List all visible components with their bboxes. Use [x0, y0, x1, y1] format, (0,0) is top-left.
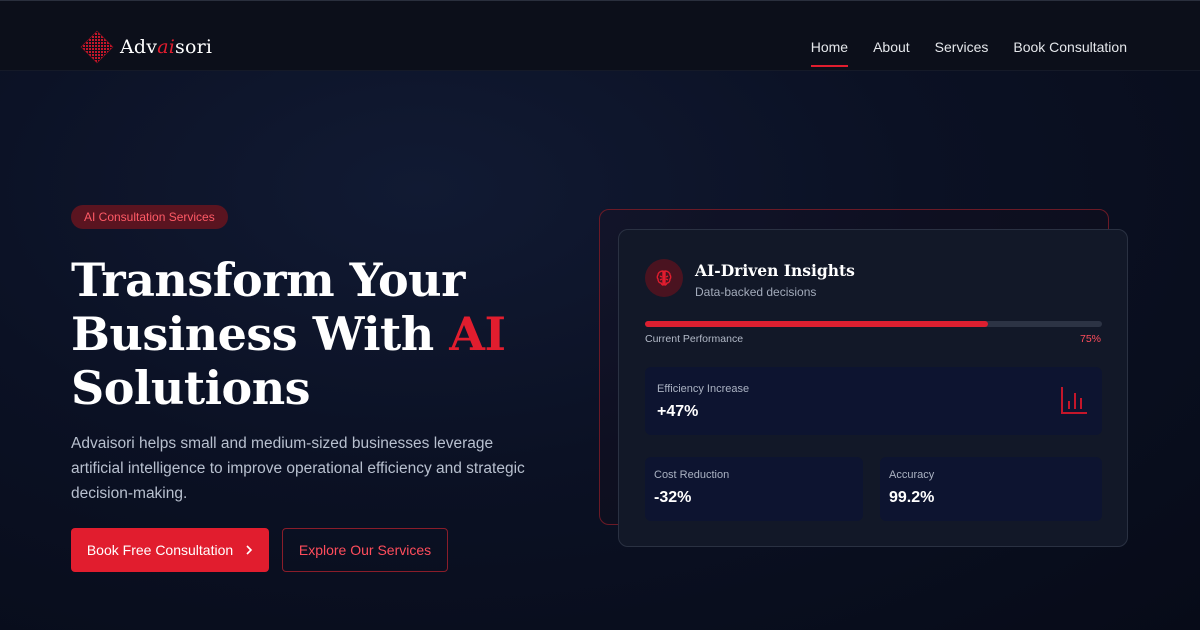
logo-text: Advaisori: [120, 36, 213, 58]
hero-title-line3: Solutions: [71, 361, 311, 415]
hero-description: Advaisori helps small and medium-sized b…: [71, 435, 525, 502]
book-consultation-button[interactable]: Book Free Consultation: [71, 528, 269, 572]
performance-bar: [645, 321, 1102, 327]
metric-value: +47%: [657, 403, 699, 420]
insights-card: AI-Driven Insights Data-backed decisions…: [618, 229, 1128, 547]
hero-title: Transform Your Business With AI Solution…: [71, 253, 551, 415]
card-subtitle: Data-backed decisions: [695, 285, 817, 299]
performance-bar-fill: [645, 321, 988, 327]
chevron-right-icon: [245, 542, 253, 558]
book-consultation-button-label: Book Free Consultation: [86, 542, 234, 558]
bar-chart-icon: [1060, 385, 1088, 420]
explore-services-button[interactable]: Explore Our Services: [282, 528, 448, 572]
hero-badge: AI Consultation Services: [71, 205, 228, 229]
metric-value: 99.2%: [889, 489, 935, 506]
hero-title-line1: Transform Your: [71, 253, 465, 307]
metric-label: Efficiency Increase: [657, 383, 750, 395]
navbar: Advaisori Home About Services Book Consu…: [0, 0, 1200, 71]
hero-title-line2: Business With: [71, 307, 450, 361]
metric-accuracy: Accuracy 99.2%: [880, 457, 1102, 521]
logo-diamond-icon: [80, 30, 114, 64]
nav-link-home[interactable]: Home: [810, 39, 849, 67]
performance-value: 75%: [1079, 333, 1101, 345]
nav-link-book-consultation[interactable]: Book Consultation: [1013, 39, 1127, 55]
explore-services-button-label: Explore Our Services: [298, 542, 432, 558]
performance-label: Current Performance: [645, 333, 744, 345]
card-title: AI-Driven Insights: [695, 261, 855, 280]
metric-cost-reduction: Cost Reduction -32%: [645, 457, 863, 521]
brain-icon: [645, 259, 683, 297]
metric-label: Accuracy: [889, 469, 935, 481]
metric-efficiency: Efficiency Increase +47%: [645, 367, 1102, 435]
nav-link-about[interactable]: About: [873, 39, 910, 55]
nav-link-services[interactable]: Services: [935, 39, 989, 55]
nav-links: Home About Services Book Consultation: [786, 39, 1127, 67]
hero-title-accent: AI: [449, 307, 506, 361]
metric-value: -32%: [654, 489, 692, 506]
metric-label: Cost Reduction: [654, 469, 730, 481]
logo[interactable]: Advaisori: [80, 30, 212, 64]
